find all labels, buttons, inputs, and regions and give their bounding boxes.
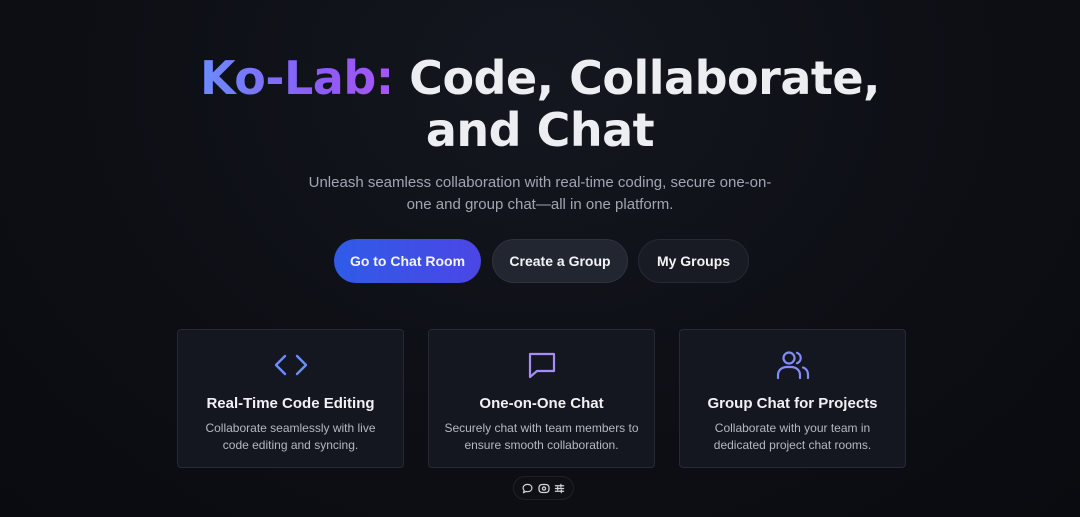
feature-title: One-on-One Chat <box>479 395 604 412</box>
chat-bubble-icon <box>429 348 654 382</box>
feature-card-one-on-one-chat: One-on-One Chat Securely chat with team … <box>428 329 655 468</box>
feature-title: Real-Time Code Editing <box>206 395 375 412</box>
feature-description: Collaborate with your team in dedicated … <box>713 421 872 452</box>
go-to-chat-room-button[interactable]: Go to Chat Room <box>334 239 481 283</box>
create-group-button[interactable]: Create a Group <box>492 239 628 283</box>
comment-icon[interactable] <box>520 481 534 495</box>
landing-page: Ko-Lab: Code, Collaborate, and Chat Unle… <box>0 0 1080 517</box>
feature-description: Securely chat with team members to ensur… <box>444 421 639 452</box>
hero-title-line2: and Chat <box>425 103 655 157</box>
code-icon <box>178 348 403 382</box>
feature-description: Collaborate seamlessly with live code ed… <box>205 421 376 452</box>
feature-card-group-chat: Group Chat for Projects Collaborate with… <box>679 329 906 468</box>
my-groups-button[interactable]: My Groups <box>638 239 749 283</box>
eye-icon[interactable] <box>537 481 551 495</box>
sliders-icon[interactable] <box>553 481 567 495</box>
hero-title-line1: Code, Collaborate, <box>393 51 881 105</box>
floating-toolbar <box>513 476 574 500</box>
hero-subtitle: Unleash seamless collaboration with real… <box>308 174 772 213</box>
users-icon <box>680 348 905 382</box>
hero-title: Ko-Lab: Code, Collaborate, and Chat <box>0 52 1080 156</box>
brand-name: Ko-Lab: <box>199 51 394 105</box>
feature-card-code-editing: Real-Time Code Editing Collaborate seaml… <box>177 329 404 468</box>
feature-title: Group Chat for Projects <box>707 395 878 412</box>
